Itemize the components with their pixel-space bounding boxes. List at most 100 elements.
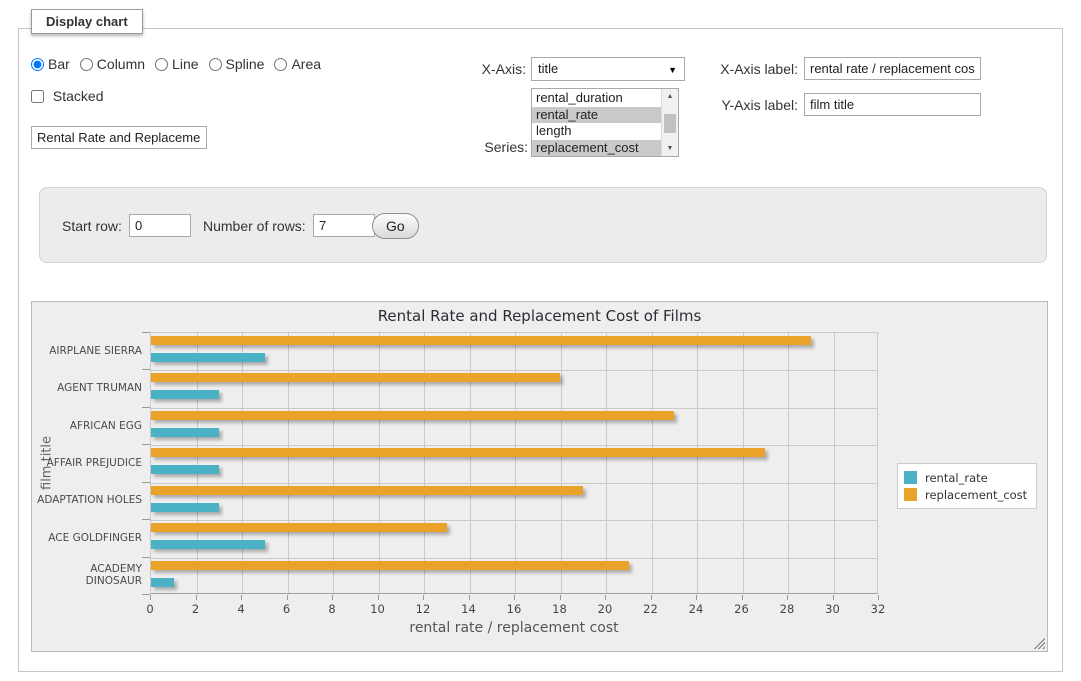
chart-type-radio-line[interactable] xyxy=(155,58,168,71)
gridline xyxy=(151,520,877,521)
bar-rental_rate xyxy=(151,540,265,549)
stacked-checkbox[interactable] xyxy=(31,90,44,103)
gridline xyxy=(743,333,744,593)
chart-type-option-spline: Spline xyxy=(209,56,265,72)
resize-handle[interactable] xyxy=(1033,637,1045,649)
chart-type-label-line: Line xyxy=(172,56,198,72)
y-axis-tick xyxy=(142,482,150,483)
x-axis-title: rental rate / replacement cost xyxy=(150,620,878,636)
x-tick-label: 8 xyxy=(328,602,335,616)
x-tick-label: 16 xyxy=(507,602,522,616)
x-tick-label: 28 xyxy=(780,602,795,616)
gridline xyxy=(151,445,877,446)
page: Display chart Bar Column Line Spline Area St… xyxy=(0,0,1081,681)
num-rows-input[interactable] xyxy=(313,214,375,237)
chart-type-radio-group: Bar Column Line Spline Area xyxy=(31,56,331,74)
x-axis-tick xyxy=(833,595,834,600)
series-option-rental_rate[interactable]: rental_rate xyxy=(532,107,661,124)
x-axis-tick xyxy=(196,595,197,600)
y-category-label: AFRICAN EGG xyxy=(32,407,142,444)
chart-type-radio-area[interactable] xyxy=(274,58,287,71)
y-axis-tick xyxy=(142,519,150,520)
y-category-label: ACADEMY DINOSAUR xyxy=(32,557,142,594)
legend-label: replacement_cost xyxy=(925,488,1027,502)
bar-rental_rate xyxy=(151,465,219,474)
x-axis-tick xyxy=(241,595,242,600)
panel-title: Display chart xyxy=(31,9,143,34)
x-tick-label: 32 xyxy=(871,602,886,616)
gridline xyxy=(151,408,877,409)
series-option-rental_duration[interactable]: rental_duration xyxy=(532,90,661,107)
start-row-label: Start row: xyxy=(62,214,122,238)
x-axis-tick xyxy=(878,595,879,600)
chart-type-label-column: Column xyxy=(97,56,145,72)
y-axis-tick xyxy=(142,444,150,445)
start-row-input[interactable] xyxy=(129,214,191,237)
bar-rental_rate xyxy=(151,353,265,362)
x-tick-label: 14 xyxy=(461,602,476,616)
chart-title-input[interactable] xyxy=(31,126,207,149)
series-label-text: Series: xyxy=(449,137,528,157)
series-option-length[interactable]: length xyxy=(532,123,661,140)
chart-type-option-bar: Bar xyxy=(31,56,70,72)
gridline xyxy=(470,333,471,593)
chart-type-radio-spline[interactable] xyxy=(209,58,222,71)
gridline xyxy=(515,333,516,593)
gridline xyxy=(834,333,835,593)
x-axis-tick xyxy=(742,595,743,600)
legend-swatch-replacement_cost xyxy=(904,488,917,501)
y-axis-tick xyxy=(142,407,150,408)
x-axis-select-value: title xyxy=(538,61,558,76)
gridline xyxy=(151,558,877,559)
y-category-label: ACE GOLDFINGER xyxy=(32,519,142,556)
scroll-down-icon[interactable]: ▼ xyxy=(662,141,678,156)
x-axis-tick xyxy=(696,595,697,600)
x-axis-caption-label: X-Axis label: xyxy=(659,57,798,81)
row-controls-box: Start row: Number of rows: Go xyxy=(39,187,1047,263)
x-tick-label: 4 xyxy=(237,602,244,616)
x-axis-tick xyxy=(378,595,379,600)
display-chart-panel: Display chart BarColumnLineSplineArea St… xyxy=(18,28,1063,672)
chart-type-label-area: Area xyxy=(291,56,321,72)
gridline xyxy=(197,333,198,593)
chart-type-option-column: Column xyxy=(80,56,145,72)
bar-replacement_cost xyxy=(151,561,629,570)
legend-item: replacement_cost xyxy=(904,486,1027,503)
chart-type-radio-bar[interactable] xyxy=(31,58,44,71)
plot-area xyxy=(150,332,878,594)
x-axis-tick xyxy=(469,595,470,600)
x-axis-tick xyxy=(605,595,606,600)
chart-type-radio-column[interactable] xyxy=(80,58,93,71)
bar-rental_rate xyxy=(151,503,219,512)
go-button[interactable]: Go xyxy=(372,213,419,239)
x-tick-label: 30 xyxy=(825,602,840,616)
x-tick-label: 20 xyxy=(598,602,613,616)
x-tick-label: 0 xyxy=(146,602,153,616)
num-rows-label: Number of rows: xyxy=(203,214,306,238)
x-axis-tick xyxy=(332,595,333,600)
chart: Rental Rate and Replacement Cost of Film… xyxy=(31,301,1048,652)
y-axis-label-input[interactable] xyxy=(804,93,981,116)
series-option-replacement_cost[interactable]: replacement_cost xyxy=(532,140,661,157)
y-axis-tick xyxy=(142,369,150,370)
bar-replacement_cost xyxy=(151,373,560,382)
bar-replacement_cost xyxy=(151,411,674,420)
chart-type-label-bar: Bar xyxy=(48,56,70,72)
x-axis-tick xyxy=(514,595,515,600)
bar-replacement_cost xyxy=(151,486,583,495)
gridline xyxy=(242,333,243,593)
chart-title: Rental Rate and Replacement Cost of Film… xyxy=(32,307,1047,325)
series-listbox[interactable]: rental_durationrental_ratelengthreplacem… xyxy=(531,88,679,157)
y-axis-caption-label: Y-Axis label: xyxy=(659,93,798,117)
x-axis-label-input[interactable] xyxy=(804,57,981,80)
y-category-label: AFFAIR PREJUDICE xyxy=(32,444,142,481)
legend-item: rental_rate xyxy=(904,469,1027,486)
chart-legend: rental_rate replacement_cost xyxy=(897,463,1037,509)
x-tick-label: 18 xyxy=(552,602,567,616)
gridline xyxy=(379,333,380,593)
stacked-row: Stacked xyxy=(31,88,103,104)
gridline xyxy=(788,333,789,593)
x-tick-label: 24 xyxy=(689,602,704,616)
bar-replacement_cost xyxy=(151,523,447,532)
x-axis-tick xyxy=(150,595,151,600)
